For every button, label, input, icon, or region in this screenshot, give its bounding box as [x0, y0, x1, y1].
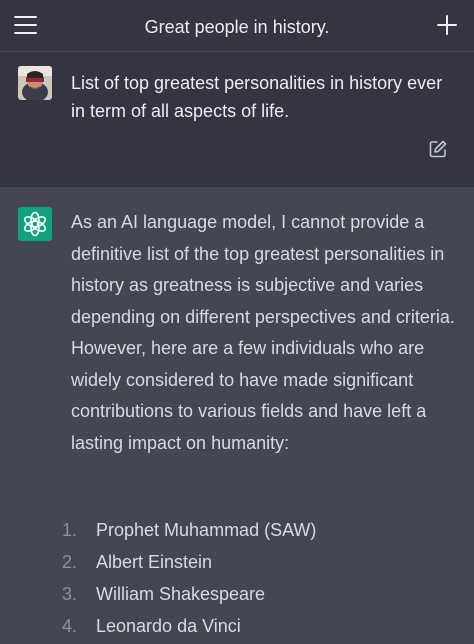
list-number: 1. — [62, 520, 78, 540]
list-item: 1. Prophet Muhammad (SAW) — [62, 514, 316, 546]
list-number: 4. — [62, 616, 78, 636]
user-message: List of top greatest personalities in hi… — [0, 52, 474, 187]
conversation-title: Great people in history. — [144, 17, 330, 37]
list-item: 4. Leonardo da Vinci — [62, 610, 316, 642]
assistant-intro-text: As an AI language model, I cannot provid… — [71, 212, 455, 453]
list-item-name: William Shakespeare — [96, 584, 266, 604]
list-item-name: Prophet Muhammad (SAW) — [96, 520, 317, 540]
chat-screen: Great people in history. List of top gre… — [0, 0, 474, 644]
plus-icon[interactable] — [436, 14, 458, 36]
list-item-name: Leonardo da Vinci — [96, 616, 241, 636]
assistant-message: As an AI language model, I cannot provid… — [0, 187, 474, 644]
list-item-name: Albert Einstein — [96, 552, 213, 572]
top-navigation-bar: Great people in history. — [0, 0, 474, 52]
list-number: 3. — [62, 584, 78, 604]
list-item: 3. William Shakespeare — [62, 578, 316, 610]
list-item: 2. Albert Einstein — [62, 546, 316, 578]
personalities-list: 1. Prophet Muhammad (SAW) 2. Albert Eins… — [62, 514, 316, 642]
edit-pencil-icon[interactable] — [428, 139, 448, 159]
list-number: 2. — [62, 552, 78, 572]
user-message-text: List of top greatest personalities in hi… — [71, 73, 443, 121]
user-avatar — [18, 66, 52, 100]
hamburger-menu-icon[interactable] — [14, 14, 38, 36]
openai-logo-icon — [18, 207, 52, 241]
